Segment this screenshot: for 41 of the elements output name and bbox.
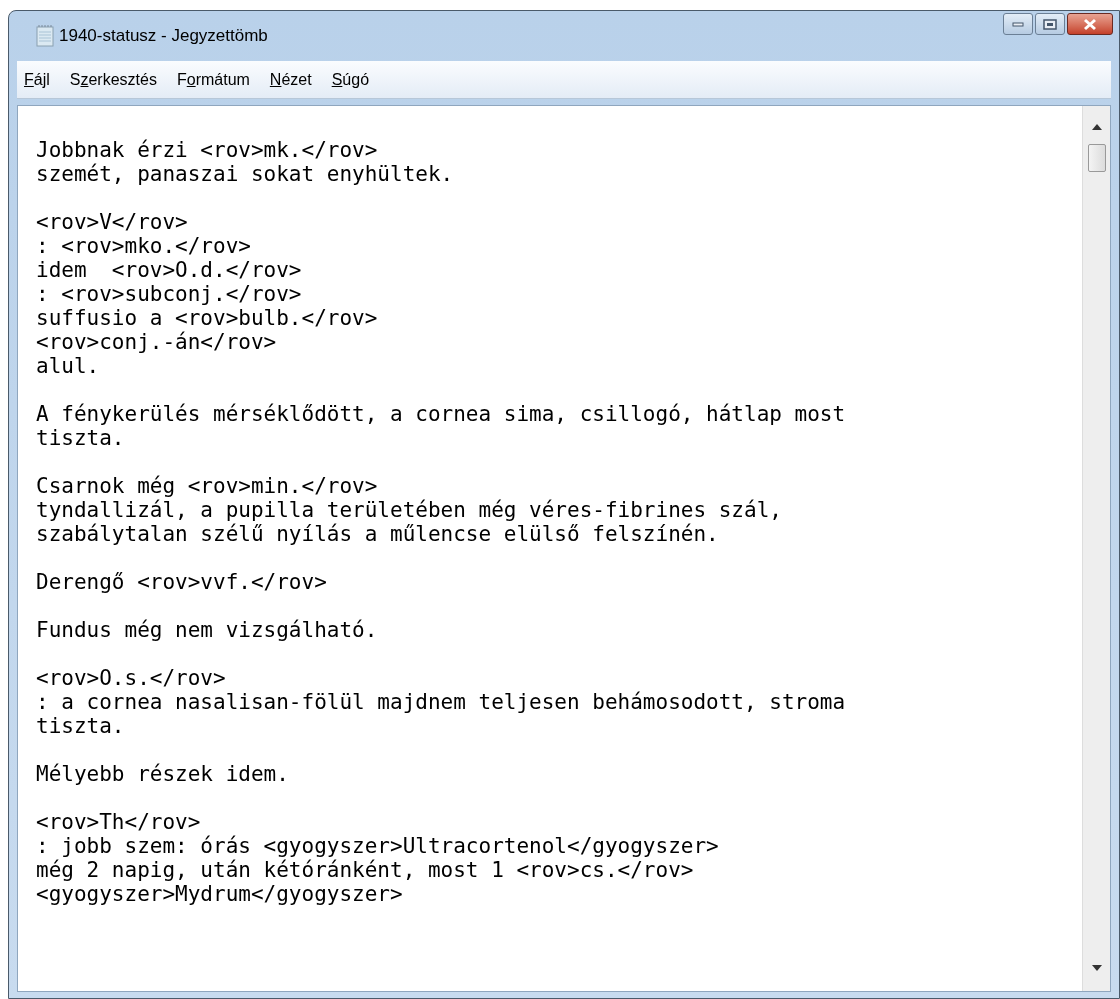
text-line: Fundus még nem vizsgálható. [36,618,378,642]
down-arrow-icon[interactable] [1091,965,1102,971]
menu-item[interactable]: Szerkesztés [66,67,160,92]
window-title: 1940-statusz - Jegyzettömb [59,25,268,48]
maximize-button[interactable] [1035,13,1065,35]
vertical-scrollbar[interactable] [1082,106,1110,991]
text-line: Jobbnak érzi <rov>mk.</rov> [36,138,378,162]
close-button[interactable] [1067,13,1113,35]
text-line: <rov>O.s.</rov> [36,666,226,690]
minimize-button[interactable] [1003,13,1033,35]
text-line: Derengő <rov>vvf.</rov> [36,570,327,594]
scrollbar-thumb[interactable] [1087,144,1106,172]
text-line: <rov>Th</rov> [36,810,201,834]
text-line: alul. [36,354,100,378]
menu-item[interactable]: Formátum [173,67,253,92]
text-line: Mélyebb részek idem. [36,762,289,786]
text-line: szemét, panaszai sokat enyhültek. [36,162,454,186]
text-line: <rov>conj.-án</rov> [36,330,277,354]
text-line: idem <rov>O.d.</rov> [36,258,302,282]
text-line: : a cornea nasalisan-fölül majdnem teljesen behámosodott, stroma [36,690,846,714]
up-arrow-icon[interactable] [1091,124,1102,130]
text-line: : <rov>mko.</rov> [36,234,251,258]
text-line: tiszta. [36,714,125,738]
text-line: még 2 napig, után kétóránként, most 1 <rov>cs.</rov> [36,858,694,882]
text-line: : jobb szem: órás <gyogyszer>Ultracortenol</gyogyszer> [36,834,719,858]
menu-item[interactable]: Nézet [266,67,315,92]
text-line: : <rov>subconj.</rov> [36,282,302,306]
notepad-icon [35,25,55,47]
maximize-icon [1043,18,1057,30]
text-line: suffusio a <rov>bulb.</rov> [36,306,378,330]
text-line: tyndallizál, a pupilla területében még véres-fibrines szál, [36,498,782,522]
text-line: szabálytalan szélű nyílás a műlencse elülső felszínén. [36,522,719,546]
menu-item[interactable]: Súgó [328,67,373,92]
close-icon [1082,17,1098,31]
text-line: <gyogyszer>Mydrum</gyogyszer> [36,882,403,906]
minimize-icon [1012,21,1024,27]
menu-item[interactable]: Fájl [21,67,53,92]
text-line: A fénykerülés mérséklődött, a cornea sima, csillogó, hátlap most [36,402,846,426]
text-line: <rov>V</rov> [36,210,188,234]
text-line: Csarnok még <rov>min.</rov> [36,474,378,498]
text-line: tiszta. [36,426,125,450]
